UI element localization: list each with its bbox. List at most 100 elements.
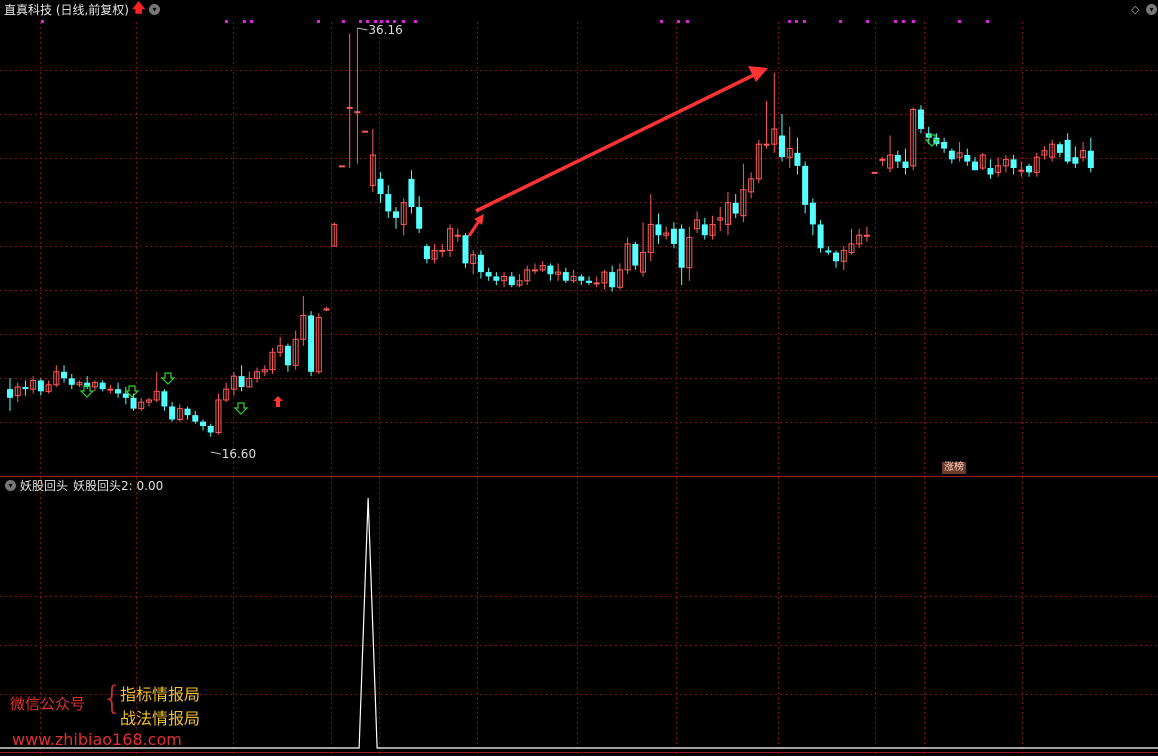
candle-body-down: [477, 254, 484, 273]
candle-body-down: [493, 276, 500, 281]
candle-body-down: [833, 252, 840, 262]
candle-body-down: [825, 250, 832, 253]
stock-title[interactable]: 直真科技 (日线,前复权): [4, 3, 129, 17]
candle-body-down: [817, 224, 824, 249]
candle-body-down: [948, 150, 955, 160]
candle-body-down: [184, 408, 191, 416]
signal-dot: [866, 20, 869, 23]
candle-body-up: [323, 308, 330, 311]
rank-badge[interactable]: 涨榜: [942, 462, 966, 474]
green-down-arrow-icon: [233, 402, 249, 415]
candle-body-down: [37, 380, 44, 392]
signal-dot: [788, 20, 791, 23]
signal-dot: [660, 20, 663, 23]
trend-arrow-head: [748, 66, 768, 82]
signal-dot: [342, 20, 345, 23]
trend-arrow-line: [475, 70, 761, 213]
candle-body-down: [393, 211, 399, 218]
diamond-icon[interactable]: ◇: [1131, 3, 1139, 17]
candle-body-down: [122, 393, 129, 398]
candle-body-down: [941, 142, 948, 149]
signal-dot: [41, 20, 44, 23]
indicator-title[interactable]: 妖股回头: [20, 479, 68, 493]
indicator-menu-icon[interactable]: ▾: [5, 480, 16, 491]
signal-dot: [839, 20, 842, 23]
candle-body-up: [879, 158, 886, 161]
candle-body-down: [423, 246, 430, 260]
watermark-line-1: 指标情报局: [120, 685, 201, 704]
candle-body-up: [531, 269, 538, 272]
red-up-arrow-icon: [273, 396, 283, 407]
candle-body-down: [416, 207, 423, 229]
signal-dot: [795, 20, 798, 23]
candle-body-down: [308, 315, 315, 372]
candle-body-down: [169, 406, 176, 420]
candle-body-down: [61, 371, 68, 379]
candle-body-up: [763, 143, 770, 146]
signal-dot: [986, 20, 989, 23]
signal-dot: [958, 20, 961, 23]
signal-dot: [902, 20, 905, 23]
high-label: 36.16: [368, 23, 402, 37]
candle-body-down: [964, 155, 971, 162]
candle-body-up: [354, 111, 361, 114]
candle-body-down: [586, 280, 592, 283]
candle-body-down: [508, 276, 515, 286]
candle-body-down: [22, 386, 29, 390]
signal-dot: [686, 20, 689, 23]
candle-body-down: [238, 376, 245, 387]
candle-body-down: [547, 265, 554, 275]
candle-body-down: [609, 272, 616, 288]
candle-body-down: [207, 425, 214, 433]
candle-body-down: [701, 224, 708, 236]
candle-body-down: [902, 161, 909, 169]
high-pointer: [357, 27, 368, 31]
candle-body-down: [1010, 159, 1017, 169]
candle-body-up: [863, 234, 870, 237]
watermark-label: 微信公众号: [10, 695, 86, 713]
low-pointer: [210, 451, 221, 455]
candle-body-down: [130, 397, 137, 409]
candle-body-up: [439, 249, 446, 252]
candle-body-down: [632, 243, 639, 266]
signal-dot: [225, 20, 228, 23]
candle-body-down: [802, 165, 809, 205]
candle-body-down: [485, 272, 492, 277]
chart-canvas[interactable]: 36.16 16.60: [0, 0, 1158, 756]
candle-body-down: [987, 168, 994, 175]
candle-body-down: [1026, 165, 1033, 173]
candle-body-down: [377, 178, 384, 195]
candle-body-down: [794, 152, 801, 166]
signal-dot: [414, 20, 417, 23]
chevron-down-icon-right[interactable]: ▾: [1146, 4, 1157, 15]
low-label: 16.60: [222, 447, 256, 461]
candle-body-down: [1072, 157, 1079, 164]
candle-body-down: [670, 228, 677, 244]
candle-body-down: [385, 194, 392, 212]
candle-body-down: [1056, 144, 1063, 153]
candle-body-down: [99, 382, 106, 390]
candle-body-up: [338, 165, 345, 168]
candle-body-down: [200, 421, 206, 426]
candle-body-down: [68, 378, 75, 385]
signal-dot: [250, 20, 253, 23]
stock-chart-window: 36.16 16.60 直真科技 (日线,前复权) 🡅 ▾ ◇ ▾ ▾ 妖股回头 …: [0, 0, 1158, 756]
candle-body-down: [284, 345, 291, 366]
candle-body-down: [972, 161, 978, 171]
candle-body-up: [871, 171, 878, 174]
watermark-line-2: 战法情报局: [120, 709, 201, 728]
candle-body-down: [115, 389, 122, 394]
signal-dot: [317, 20, 320, 23]
candle-body-down: [578, 276, 585, 281]
candle-body-up: [1018, 169, 1025, 172]
chevron-down-icon[interactable]: ▾: [149, 4, 160, 15]
candle-body-down: [462, 235, 469, 264]
red-up-arrow-icon: 🡅: [132, 1, 146, 16]
candle-body-down: [678, 228, 685, 268]
watermark-url: www.zhibiao168.com: [12, 730, 182, 749]
candle-body-down: [562, 272, 569, 281]
candle-body-down: [7, 389, 13, 398]
signal-dot: [803, 20, 806, 23]
candle-body-down: [894, 155, 901, 162]
indicator-value: 妖股回头2: 0.00: [73, 479, 164, 493]
